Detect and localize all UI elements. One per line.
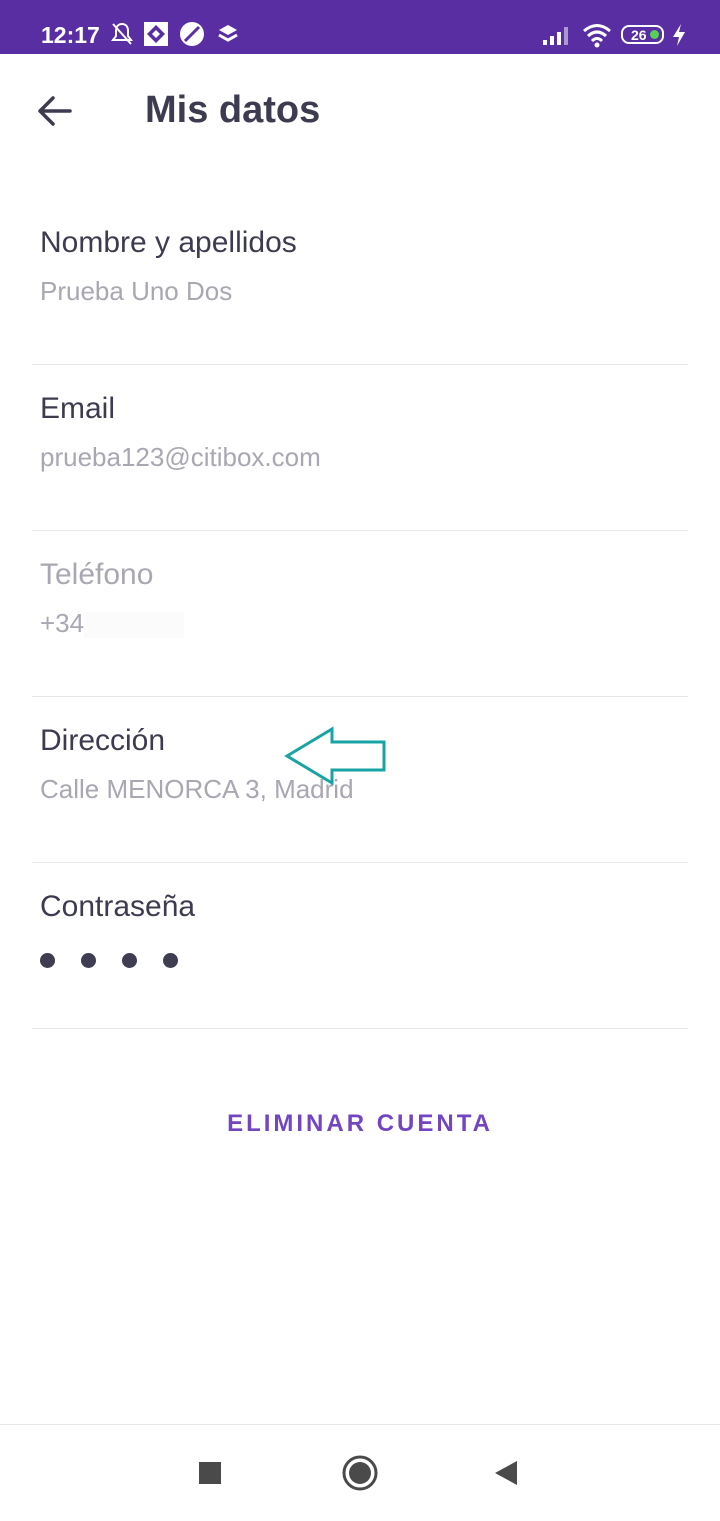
back-arrow-icon[interactable] — [34, 90, 76, 132]
address-label: Dirección — [40, 724, 166, 757]
email-row[interactable]: Email prueba123@citibox.com — [32, 364, 688, 531]
name-row[interactable]: Nombre y apellidos Prueba Uno Dos — [32, 198, 688, 365]
bell-off-icon — [111, 22, 133, 45]
home-circle-icon — [342, 1455, 378, 1491]
recents-square-icon — [199, 1462, 221, 1484]
back-button[interactable] — [466, 1425, 546, 1521]
phone-value: +34 — [40, 608, 85, 638]
kite-app-icon — [144, 22, 168, 46]
battery-level: 26 — [631, 27, 647, 43]
password-dot — [122, 953, 137, 968]
phone-row: Teléfono +34 — [32, 530, 688, 697]
phone-value-wrapper: +34 — [40, 606, 185, 640]
password-dot — [40, 953, 55, 968]
password-dot — [163, 953, 178, 968]
signal-icon — [543, 27, 568, 45]
name-label: Nombre y apellidos — [40, 226, 297, 259]
charging-icon — [673, 24, 685, 46]
back-triangle-icon — [495, 1461, 517, 1485]
home-button[interactable] — [320, 1425, 400, 1521]
password-label: Contraseña — [40, 890, 196, 923]
password-row[interactable]: Contraseña — [32, 862, 688, 1029]
page-title: Mis datos — [145, 89, 321, 131]
redacted-block — [84, 612, 185, 639]
recents-button[interactable] — [170, 1425, 250, 1521]
navigation-bar — [0, 1424, 720, 1521]
dropbox-icon — [218, 25, 238, 42]
status-bar: 12:17 26 — [0, 0, 720, 54]
annotation-arrow-icon — [284, 726, 386, 786]
browser-app-icon — [180, 22, 204, 46]
email-label: Email — [40, 392, 116, 425]
email-value: prueba123@citibox.com — [40, 442, 321, 472]
phone-label: Teléfono — [40, 558, 154, 591]
wifi-icon — [583, 24, 611, 48]
name-value: Prueba Uno Dos — [40, 276, 233, 306]
password-dots — [40, 953, 178, 968]
battery-indicator — [650, 30, 659, 39]
delete-account-button[interactable]: ELIMINAR CUENTA — [0, 1106, 720, 1142]
status-time: 12:17 — [41, 22, 100, 48]
password-dot — [81, 953, 96, 968]
battery-icon: 26 — [621, 25, 664, 44]
